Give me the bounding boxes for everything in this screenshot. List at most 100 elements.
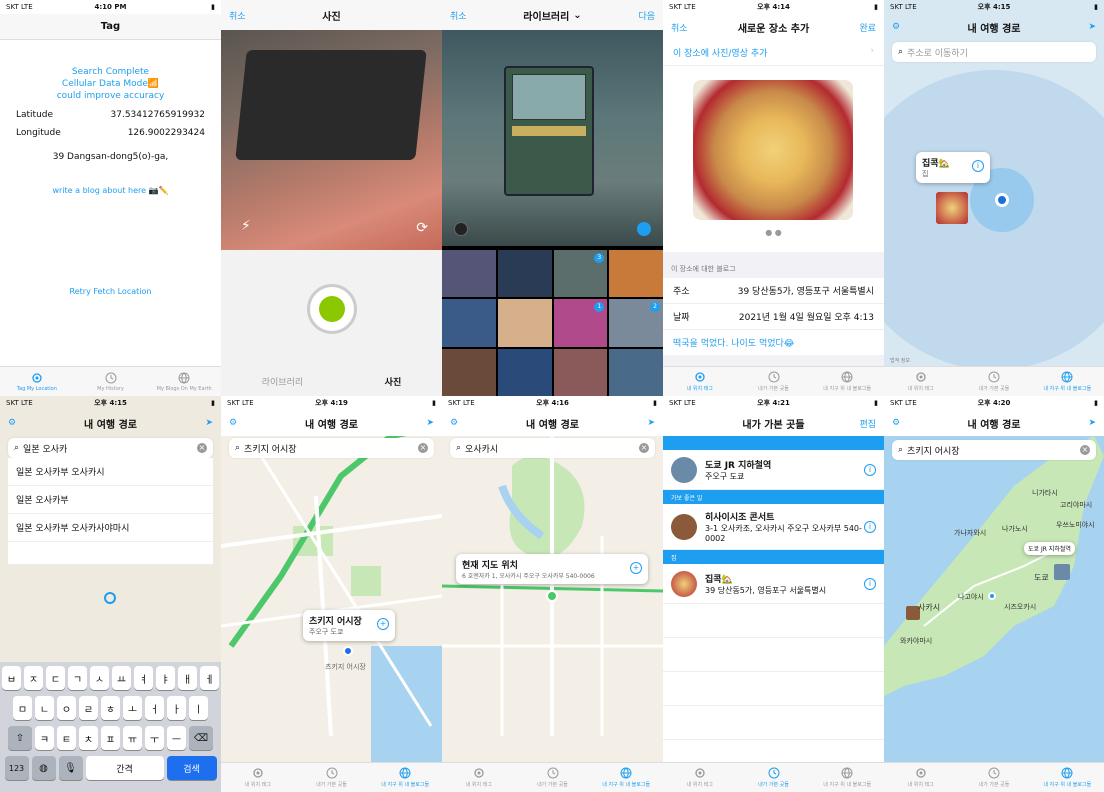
photo-thumb[interactable] (497, 348, 552, 396)
add-photo-row[interactable]: 이 장소에 사진/영상 추가 › (663, 40, 884, 66)
tab-my-blogs[interactable]: 내 지구 위 내 블로그들 (1031, 763, 1104, 792)
key[interactable]: ㅂ (2, 666, 21, 690)
add-plus-icon[interactable]: + (377, 618, 389, 630)
tab-visited-places[interactable]: 내가 가본 곳들 (295, 763, 369, 792)
settings-gear-icon[interactable]: ⚙ (892, 418, 900, 428)
tab-my-blogs[interactable]: My Blogs On My Earth (147, 367, 221, 396)
tab-location-tag[interactable]: 내 위치 태그 (221, 763, 295, 792)
cancel-button[interactable]: 취소 (229, 9, 246, 22)
tab-visited-places[interactable]: 내가 가본 곳들 (957, 763, 1030, 792)
tab-location-tag[interactable]: 내 위치 태그 (663, 367, 737, 396)
key[interactable]: ㅓ (145, 696, 164, 720)
done-button[interactable]: 완료 (859, 21, 876, 34)
list-item[interactable]: 히사이시조 콘서트 3-1 오사카조, 오사카시 주오구 오사카부 540-000… (663, 504, 884, 550)
photo-thumb[interactable] (609, 250, 663, 298)
info-icon[interactable]: i (972, 160, 984, 172)
key[interactable]: ㄱ (68, 666, 87, 690)
photo-thumb[interactable]: 3 (553, 250, 608, 298)
search-key[interactable]: 검색 (166, 756, 217, 780)
settings-gear-icon[interactable]: ⚙ (229, 418, 237, 428)
location-marker-icon[interactable] (104, 592, 116, 604)
flash-off-icon[interactable]: ⚡ (241, 218, 251, 234)
globe-key-icon[interactable]: ◍ (31, 756, 56, 780)
key[interactable]: ㅋ (35, 726, 54, 750)
photo-thumb[interactable] (497, 250, 552, 298)
key[interactable]: ㅡ (167, 726, 186, 750)
backspace-key-icon[interactable]: ⌫ (189, 726, 213, 750)
shift-key-icon[interactable]: ⇧ (8, 726, 32, 750)
key[interactable]: ㅗ (123, 696, 142, 720)
place-callout[interactable]: 집콕🏡 집 i (916, 152, 990, 183)
photo-thumb[interactable] (442, 250, 496, 298)
key[interactable]: ㅅ (90, 666, 109, 690)
navigation-arrow-icon[interactable]: ➤ (1088, 22, 1096, 32)
photo-tab[interactable]: 사진 (385, 375, 402, 388)
cancel-button[interactable]: 취소 (450, 9, 467, 22)
chevron-down-icon[interactable]: ⌄ (573, 10, 581, 21)
shutter-button[interactable] (307, 284, 357, 334)
suggestion-item[interactable]: 일본 오사카부 오사카시 (8, 458, 213, 486)
photo-pin[interactable] (1054, 564, 1070, 580)
tab-my-history[interactable]: My History (74, 367, 148, 396)
photo-thumb[interactable] (497, 299, 552, 347)
clear-icon[interactable]: × (639, 443, 649, 453)
tab-my-blogs[interactable]: 내 지구 위 내 블로그들 (810, 367, 884, 396)
navigation-arrow-icon[interactable]: ➤ (426, 418, 434, 428)
photo-thumb[interactable] (553, 348, 608, 396)
key[interactable]: ㅜ (145, 726, 164, 750)
info-icon[interactable]: i (864, 520, 876, 533)
library-tab[interactable]: 라이브러리 (262, 375, 303, 388)
settings-gear-icon[interactable]: ⚙ (892, 22, 900, 32)
edit-button[interactable]: 편집 (859, 417, 876, 430)
navigation-arrow-icon[interactable]: ➤ (647, 418, 655, 428)
search-bar[interactable]: ⌕ 주소로 이동하기 (892, 42, 1096, 62)
list-item[interactable]: 도쿄 JR 지하철역 주오구 도쿄 i (663, 450, 884, 490)
key[interactable]: ㄷ (46, 666, 65, 690)
key[interactable]: ㅣ (189, 696, 208, 720)
place-callout[interactable]: 도쿄 JR 지하철역 (1024, 542, 1075, 555)
key[interactable]: ㅈ (24, 666, 43, 690)
tab-visited-places[interactable]: 내가 가본 곳들 (737, 763, 811, 792)
photo-thumb[interactable] (609, 348, 663, 396)
key[interactable]: ㅠ (123, 726, 142, 750)
tab-visited-places[interactable]: 내가 가본 곳들 (516, 763, 590, 792)
blog-photo-pin[interactable] (936, 192, 968, 224)
search-bar[interactable]: ⌕ 츠키지 어시장 × (229, 438, 434, 458)
key[interactable]: ㅇ (57, 696, 76, 720)
tab-visited-places[interactable]: 내가 가본 곳들 (957, 367, 1030, 396)
tab-visited-places[interactable]: 내가 가본 곳들 (737, 367, 811, 396)
map-pin[interactable] (343, 646, 353, 656)
photo-thumb[interactable]: 2 (609, 299, 663, 347)
tab-location-tag[interactable]: 내 위치 태그 (884, 367, 957, 396)
place-callout[interactable]: 현재 지도 위치 6 호엔자카 1, 오사카시 주오구 오사카부 540-000… (456, 554, 648, 584)
search-input[interactable]: 츠키지 어시장 (907, 444, 960, 457)
tab-my-blogs[interactable]: 내 지구 위 내 블로그들 (1031, 367, 1104, 396)
photo-thumb[interactable] (442, 299, 496, 347)
next-button[interactable]: 다음 (638, 9, 655, 22)
key[interactable]: ㅐ (178, 666, 197, 690)
tab-location-tag[interactable]: 내 위치 태그 (442, 763, 516, 792)
clear-icon[interactable]: × (197, 443, 207, 453)
tab-my-blogs[interactable]: 내 지구 위 내 블로그들 (368, 763, 442, 792)
clear-icon[interactable]: × (418, 443, 428, 453)
search-bar[interactable]: ⌕ 츠키지 어시장 × (892, 440, 1096, 460)
place-callout[interactable]: 츠키지 어시장 주오구 도쿄 + (303, 610, 395, 641)
info-icon[interactable]: i (864, 463, 876, 476)
search-input[interactable]: 오사카시 (465, 442, 498, 455)
search-bar[interactable]: ⌕ 오사카시 × (450, 438, 655, 458)
clear-icon[interactable]: × (1080, 445, 1090, 455)
flip-camera-icon[interactable]: ⟳ (416, 220, 428, 236)
suggestion-item[interactable]: 일본 오사카부 오사카사야마시 (8, 514, 213, 542)
microphone-key-icon[interactable]: 🎙 (58, 756, 83, 780)
photo-thumb[interactable]: 1 (553, 299, 608, 347)
key[interactable]: ㅌ (57, 726, 76, 750)
tab-my-blogs[interactable]: 내 지구 위 내 블로그들 (810, 763, 884, 792)
legal-link[interactable]: 법적 정보 (890, 357, 910, 364)
info-icon[interactable]: i (864, 577, 876, 590)
search-bar[interactable]: ⌕ 일본 오사카 × (8, 438, 213, 458)
tab-location-tag[interactable]: 내 위치 태그 (884, 763, 957, 792)
expand-icon[interactable] (454, 222, 468, 236)
key[interactable]: ㅔ (200, 666, 219, 690)
space-key[interactable]: 간격 (85, 756, 164, 780)
user-location-dot[interactable] (995, 193, 1009, 207)
